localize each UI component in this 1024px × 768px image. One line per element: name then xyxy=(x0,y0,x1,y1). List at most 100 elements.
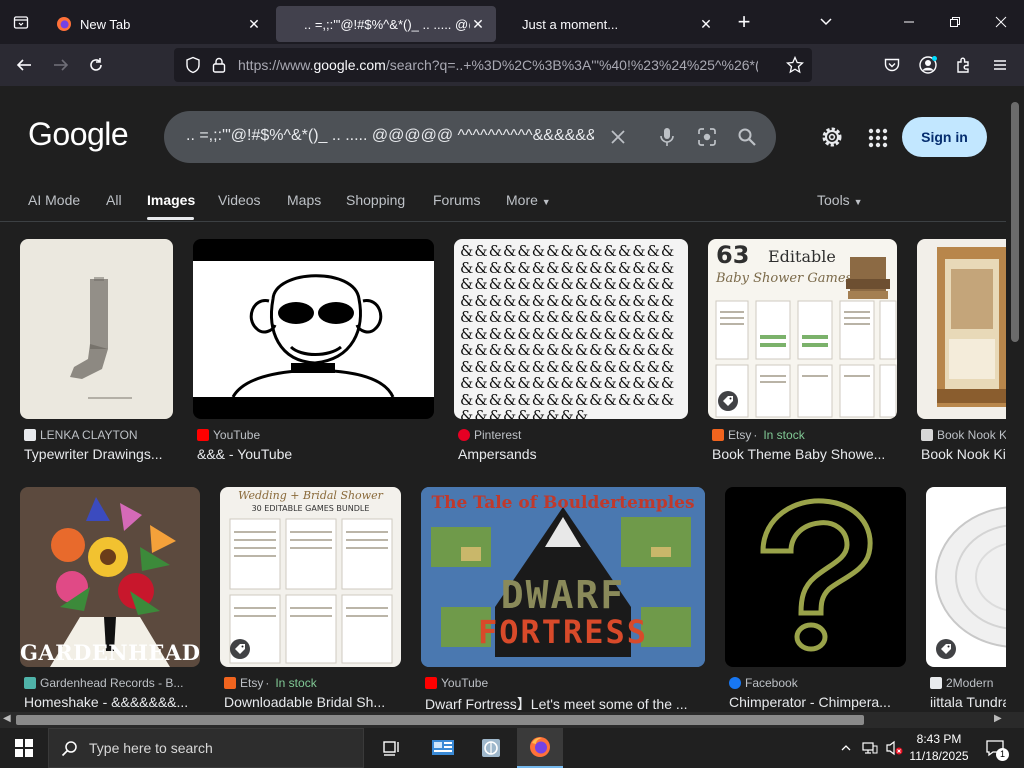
result-title[interactable]: Chimperator - Chimpera... xyxy=(729,694,905,710)
tab-google-search[interactable]: .. =,;:'"@!#$%^&*()_ .. ..... @@@@@ ✕ xyxy=(276,6,496,42)
filter-videos[interactable]: Videos xyxy=(218,192,261,208)
close-window-button[interactable] xyxy=(978,0,1024,44)
tab-list-icon[interactable] xyxy=(0,0,42,44)
gear-icon[interactable] xyxy=(819,124,845,150)
pinterest-icon xyxy=(458,429,470,441)
filter-images[interactable]: Images xyxy=(147,192,195,208)
minimize-button[interactable] xyxy=(886,0,932,44)
result-title[interactable]: Ampersands xyxy=(458,446,688,462)
filter-maps[interactable]: Maps xyxy=(287,192,321,208)
windows-start-icon[interactable] xyxy=(0,728,48,768)
result-source[interactable]: Pinterest xyxy=(458,428,521,442)
filter-shopping[interactable]: Shopping xyxy=(346,192,405,208)
thumb-text: The Tale of Bouldertemples xyxy=(431,493,695,513)
result-thumbnail[interactable] xyxy=(725,487,906,667)
result-thumbnail[interactable] xyxy=(193,239,434,419)
tools-button[interactable]: Tools ▼ xyxy=(817,192,863,208)
etsy-icon xyxy=(712,429,724,441)
back-button[interactable] xyxy=(9,50,39,80)
result-title[interactable]: Homeshake - &&&&&&&... xyxy=(24,694,200,710)
extensions-icon[interactable] xyxy=(949,50,979,80)
result-title[interactable]: Typewriter Drawings... xyxy=(24,446,174,462)
shopping-tag-icon xyxy=(718,391,738,411)
result-title[interactable]: iittala Tundra xyxy=(930,694,1006,710)
google-logo[interactable]: Google xyxy=(28,116,129,153)
url-text[interactable]: https://www.google.com/search?q=..+%3D%2… xyxy=(238,57,758,73)
result-source[interactable]: Gardenhead Records - B... xyxy=(24,676,183,690)
filter-all[interactable]: All xyxy=(106,192,122,208)
result-source[interactable]: Book Nook K xyxy=(921,428,1006,442)
result-source[interactable]: Etsy · In stock xyxy=(224,676,317,690)
result-thumbnail[interactable] xyxy=(926,487,1006,667)
account-icon[interactable] xyxy=(913,50,943,80)
shopping-tag-icon xyxy=(230,639,250,659)
new-tab-button[interactable]: + xyxy=(726,4,762,40)
taskbar-search-box[interactable]: Type here to search xyxy=(48,728,364,768)
result-source[interactable]: Facebook xyxy=(729,676,798,690)
scroll-left-icon[interactable]: ◀ xyxy=(3,713,11,724)
chevron-down-icon[interactable] xyxy=(812,8,840,36)
vertical-scrollbar-thumb[interactable] xyxy=(1011,102,1019,342)
search-input[interactable]: .. =,;:'"@!#$%^&*()_ .. ..... @@@@@ ^^^^… xyxy=(186,127,594,145)
site-icon xyxy=(930,677,942,689)
result-title[interactable]: Book Theme Baby Showe... xyxy=(712,446,896,462)
bookmark-star-icon[interactable] xyxy=(785,55,805,79)
forward-button[interactable] xyxy=(46,50,76,80)
result-title[interactable]: Dwarf Fortress】Let's meet some of the ..… xyxy=(425,694,701,712)
tab-just-a-moment[interactable]: Just a moment... ✕ xyxy=(500,6,724,42)
result-thumbnail[interactable]: The Tale of Bouldertemples DWARF FORTRES… xyxy=(421,487,705,667)
result-thumbnail[interactable] xyxy=(20,239,173,419)
control-panel-icon[interactable] xyxy=(420,728,466,768)
tab-new-tab[interactable]: New Tab ✕ xyxy=(46,6,272,42)
source-name: YouTube xyxy=(213,428,261,442)
horizontal-scrollbar-thumb[interactable] xyxy=(16,715,864,725)
sign-in-button[interactable]: Sign in xyxy=(902,117,987,157)
site-icon xyxy=(921,429,933,441)
result-source[interactable]: 2Modern xyxy=(930,676,993,690)
firefox-taskbar-icon[interactable] xyxy=(517,728,563,768)
search-icon[interactable] xyxy=(735,125,759,149)
restore-button[interactable] xyxy=(932,0,978,44)
result-thumbnail[interactable]: &&&&&&&&&&&&&&&&&&&&&&&&&&&&&&&&&&&&&&&&… xyxy=(454,239,688,419)
pocket-icon[interactable] xyxy=(877,50,907,80)
caret-down-icon: ▼ xyxy=(541,197,551,207)
lock-icon[interactable] xyxy=(211,56,227,79)
result-title[interactable]: &&& - YouTube xyxy=(197,446,433,462)
result-thumbnail[interactable]: Wedding + Bridal Shower 30 EDITABLE GAME… xyxy=(220,487,401,667)
result-source[interactable]: Etsy · In stock xyxy=(712,428,805,442)
filter-more[interactable]: More ▼ xyxy=(506,192,551,208)
result-thumbnail[interactable]: GARDENHEAD xyxy=(20,487,200,667)
network-icon[interactable] xyxy=(860,728,880,768)
close-tab-icon[interactable]: ✕ xyxy=(470,16,486,32)
chevron-up-icon[interactable] xyxy=(836,728,856,768)
task-view-icon[interactable] xyxy=(369,728,415,768)
scroll-right-icon[interactable]: ▶ xyxy=(994,713,1002,724)
filter-ai-mode[interactable]: AI Mode xyxy=(28,192,80,208)
result-title[interactable]: Downloadable Bridal Sh... xyxy=(224,694,400,710)
close-tab-icon[interactable]: ✕ xyxy=(246,16,262,32)
shield-icon[interactable] xyxy=(184,56,202,79)
filter-forums[interactable]: Forums xyxy=(433,192,480,208)
result-source[interactable]: LENKA CLAYTON xyxy=(24,428,138,442)
result-source[interactable]: YouTube xyxy=(197,428,260,442)
taskbar-clock[interactable]: 8:43 PM 11/18/2025 xyxy=(904,731,974,765)
microphone-icon[interactable] xyxy=(655,125,679,149)
result-source[interactable]: YouTube xyxy=(425,676,488,690)
snipping-tool-icon[interactable] xyxy=(468,728,514,768)
result-thumbnail[interactable]: 63 Editable Baby Shower Games xyxy=(708,239,897,419)
notification-center-icon[interactable]: 1 xyxy=(980,728,1010,768)
menu-icon[interactable] xyxy=(985,50,1015,80)
lens-icon[interactable] xyxy=(695,125,719,149)
apps-grid-icon[interactable] xyxy=(866,126,890,150)
vertical-scrollbar[interactable] xyxy=(1006,86,1024,712)
clear-icon[interactable] xyxy=(606,125,630,149)
reload-button[interactable] xyxy=(81,50,111,80)
search-box[interactable]: .. =,;:'"@!#$%^&*()_ .. ..... @@@@@ ^^^^… xyxy=(164,111,776,163)
header-divider xyxy=(0,221,1006,222)
horizontal-scrollbar[interactable]: ◀ ▶ xyxy=(0,712,1024,728)
result-title[interactable]: Book Nook Ki xyxy=(921,446,1006,462)
result-thumbnail[interactable] xyxy=(917,239,1006,419)
volume-muted-icon[interactable] xyxy=(883,728,905,768)
address-bar[interactable]: https://www.google.com/search?q=..+%3D%2… xyxy=(174,48,812,82)
close-tab-icon[interactable]: ✕ xyxy=(698,16,714,32)
